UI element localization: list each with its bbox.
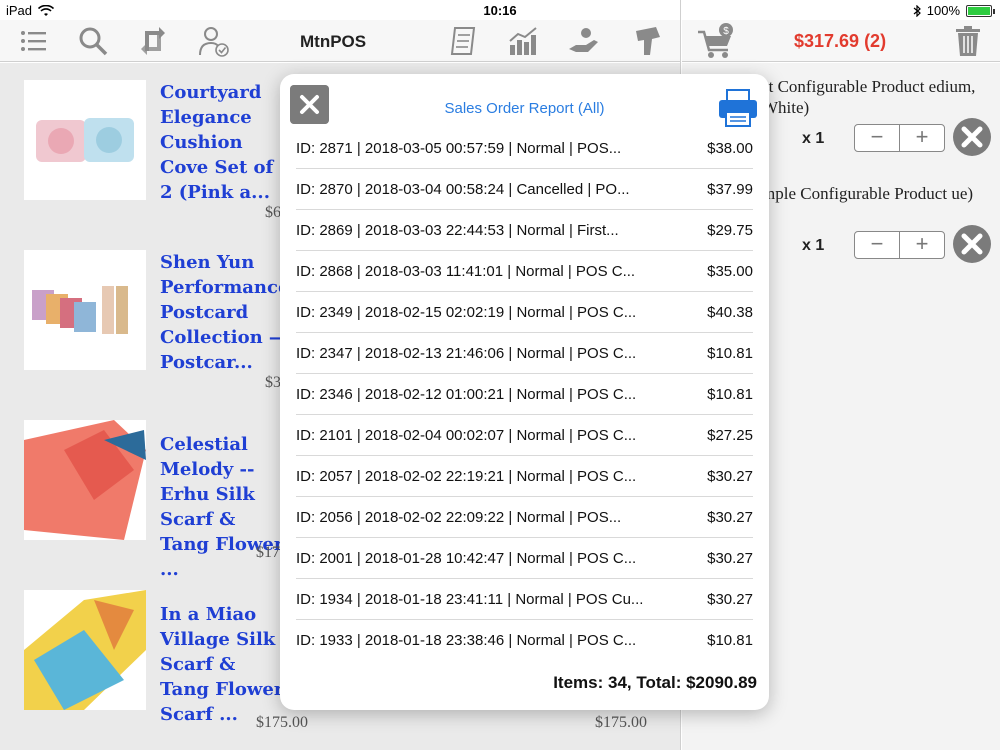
product-image bbox=[24, 590, 146, 710]
product-name: Courtyard Elegance Cushion Cove Set of 2… bbox=[160, 82, 274, 203]
battery-icon bbox=[966, 4, 995, 17]
chart-icon[interactable] bbox=[506, 23, 542, 59]
cart-toolbar: $ $317.69 (2) bbox=[682, 20, 1000, 62]
sales-report-popover: Sales Order Report (All) ID: 2871 | 2018… bbox=[280, 74, 769, 710]
order-row[interactable]: ID: 1933 | 2018-01-18 23:38:46 | Normal … bbox=[296, 620, 753, 661]
bluetooth-icon bbox=[913, 4, 921, 17]
cart-item-name: mple Configurable Product ue) bbox=[762, 184, 974, 203]
trash-icon[interactable] bbox=[954, 25, 982, 57]
order-row[interactable]: ID: 2101 | 2018-02-04 00:02:07 | Normal … bbox=[296, 415, 753, 456]
order-amount: $30.27 bbox=[707, 508, 753, 526]
cart-item-qty: x 1 bbox=[802, 130, 825, 147]
order-summary-text: ID: 2346 | 2018-02-12 01:00:21 | Normal … bbox=[296, 385, 637, 403]
order-row[interactable]: ID: 2346 | 2018-02-12 01:00:21 | Normal … bbox=[296, 374, 753, 415]
quantity-stepper[interactable]: − + bbox=[854, 124, 945, 152]
cart-item-qty: x 1 bbox=[802, 237, 825, 254]
product-price: $6 bbox=[265, 204, 281, 221]
product-price: $3 bbox=[265, 374, 281, 391]
increment-button[interactable]: + bbox=[900, 125, 944, 151]
payment-icon[interactable] bbox=[566, 23, 602, 59]
order-amount: $29.75 bbox=[707, 221, 753, 239]
report-title: Sales Order Report (All) bbox=[444, 100, 605, 117]
order-amount: $40.38 bbox=[707, 303, 753, 321]
remove-item-icon[interactable] bbox=[952, 117, 992, 157]
order-row[interactable]: ID: 2057 | 2018-02-02 22:19:21 | Normal … bbox=[296, 456, 753, 497]
sync-icon[interactable] bbox=[135, 23, 171, 59]
order-row[interactable]: ID: 2871 | 2018-03-05 00:57:59 | Normal … bbox=[296, 128, 753, 169]
clock: 10:16 bbox=[483, 3, 517, 18]
order-summary-text: ID: 2870 | 2018-03-04 00:58:24 | Cancell… bbox=[296, 180, 630, 198]
pos-screen: { "status_bar": { "device": "iPad", "tim… bbox=[0, 0, 1000, 750]
app-title: MtnPOS bbox=[300, 32, 367, 51]
increment-button[interactable]: + bbox=[900, 232, 944, 258]
order-summary-text: ID: 2101 | 2018-02-04 00:02:07 | Normal … bbox=[296, 426, 637, 444]
cart-item-name: st Configurable Product edium, White) bbox=[762, 77, 976, 117]
decrement-button[interactable]: − bbox=[855, 125, 900, 151]
report-icon[interactable] bbox=[446, 23, 482, 59]
order-row[interactable]: ID: 1934 | 2018-01-18 23:41:11 | Normal … bbox=[296, 579, 753, 620]
shopping-cart-icon[interactable]: $ bbox=[696, 22, 736, 60]
menu-list-icon[interactable] bbox=[16, 23, 52, 59]
customer-icon[interactable] bbox=[196, 23, 232, 59]
order-summary-text: ID: 2057 | 2018-02-02 22:19:21 | Normal … bbox=[296, 467, 637, 485]
order-amount: $30.27 bbox=[707, 549, 753, 567]
main-toolbar: MtnPOS bbox=[0, 20, 681, 62]
svg-text:$: $ bbox=[723, 26, 729, 37]
battery-percent: 100% bbox=[926, 3, 960, 18]
order-row[interactable]: ID: 2056 | 2018-02-02 22:09:22 | Normal … bbox=[296, 497, 753, 538]
order-amount: $10.81 bbox=[707, 385, 753, 403]
quantity-stepper[interactable]: − + bbox=[854, 231, 945, 259]
product-name: In a Miao Village Silk Scarf & Tang Flow… bbox=[160, 604, 284, 725]
order-amount: $37.99 bbox=[707, 180, 753, 198]
product-image bbox=[24, 420, 146, 540]
product-image bbox=[24, 250, 146, 370]
order-summary-text: ID: 1934 | 2018-01-18 23:41:11 | Normal … bbox=[296, 590, 644, 608]
product-price: $175.00 bbox=[595, 714, 647, 731]
remove-item-icon[interactable] bbox=[952, 224, 992, 264]
status-bar: iPad 10:16 100% bbox=[0, 0, 1000, 20]
product-name: Shen Yun Performance Postcard Collection… bbox=[160, 252, 290, 373]
order-amount: $38.00 bbox=[707, 139, 753, 157]
order-summary-text: ID: 2347 | 2018-02-13 21:46:06 | Normal … bbox=[296, 344, 637, 362]
order-row[interactable]: ID: 2349 | 2018-02-15 02:02:19 | Normal … bbox=[296, 292, 753, 333]
report-summary: Items: 34, Total: $2090.89 bbox=[553, 673, 757, 692]
order-amount: $10.81 bbox=[707, 632, 753, 649]
order-amount: $30.27 bbox=[707, 467, 753, 485]
search-icon[interactable] bbox=[75, 23, 111, 59]
order-summary-text: ID: 2056 | 2018-02-02 22:09:22 | Normal … bbox=[296, 508, 622, 526]
order-summary-text: ID: 2871 | 2018-03-05 00:57:59 | Normal … bbox=[296, 139, 622, 157]
order-amount: $10.81 bbox=[707, 344, 753, 362]
product-price: $175.00 bbox=[256, 714, 308, 731]
order-amount: $27.25 bbox=[707, 426, 753, 444]
order-row[interactable]: ID: 2869 | 2018-03-03 22:44:53 | Normal … bbox=[296, 210, 753, 251]
order-summary-text: ID: 2869 | 2018-03-03 22:44:53 | Normal … bbox=[296, 221, 619, 239]
product-image bbox=[24, 80, 146, 200]
order-row[interactable]: ID: 2870 | 2018-03-04 00:58:24 | Cancell… bbox=[296, 169, 753, 210]
order-amount: $30.27 bbox=[707, 590, 753, 608]
order-row[interactable]: ID: 2001 | 2018-01-28 10:42:47 | Normal … bbox=[296, 538, 753, 579]
printer-icon[interactable] bbox=[717, 88, 759, 128]
order-summary-text: ID: 2349 | 2018-02-15 02:02:19 | Normal … bbox=[296, 303, 637, 321]
order-row[interactable]: ID: 2347 | 2018-02-13 21:46:06 | Normal … bbox=[296, 333, 753, 374]
order-amount: $35.00 bbox=[707, 262, 753, 280]
decrement-button[interactable]: − bbox=[855, 232, 900, 258]
product-price: $17 bbox=[256, 544, 280, 561]
order-list: ID: 2871 | 2018-03-05 00:57:59 | Normal … bbox=[296, 128, 753, 661]
scanner-icon[interactable] bbox=[628, 23, 664, 59]
cart-total: $317.69 (2) bbox=[794, 31, 887, 51]
order-row[interactable]: ID: 2868 | 2018-03-03 11:41:01 | Normal … bbox=[296, 251, 753, 292]
order-summary-text: ID: 2001 | 2018-01-28 10:42:47 | Normal … bbox=[296, 549, 637, 567]
order-summary-text: ID: 2868 | 2018-03-03 11:41:01 | Normal … bbox=[296, 262, 636, 280]
order-summary-text: ID: 1933 | 2018-01-18 23:38:46 | Normal … bbox=[296, 632, 637, 649]
